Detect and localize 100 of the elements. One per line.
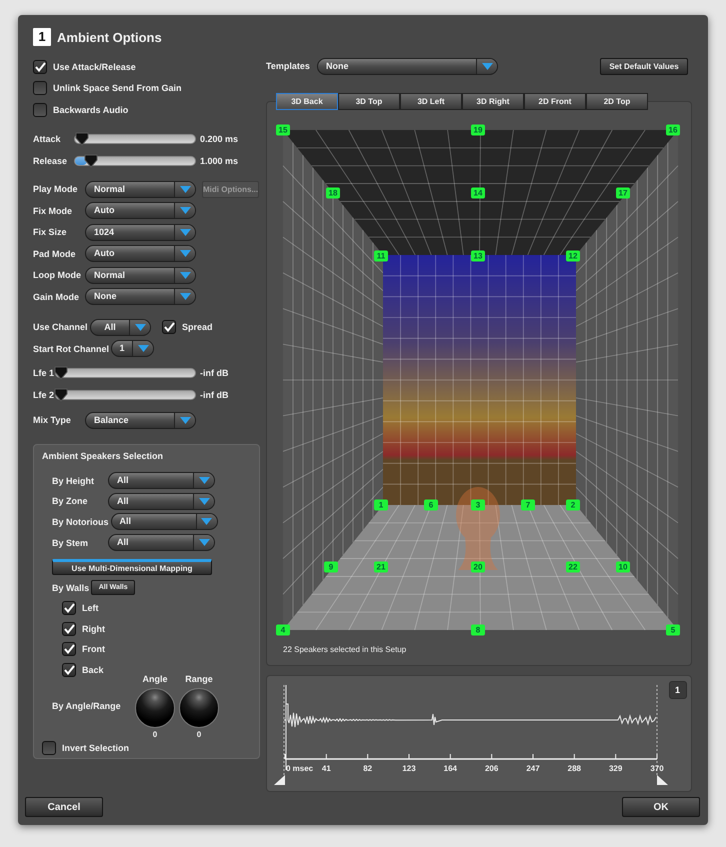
knob[interactable] [135,688,175,728]
knob-value: 0 [196,730,202,739]
filter-dropdown[interactable]: All [110,513,218,530]
knob-label: Range [185,674,213,686]
speaker-marker[interactable]: 4 [276,624,290,636]
slider-label: Release [33,156,68,166]
field-label: Use Channel [33,322,89,332]
slider-thumb[interactable] [54,388,68,402]
axis-label: 82 [363,764,372,773]
checkbox[interactable] [33,102,47,117]
field-label: Mix Type [33,415,72,426]
channel-dropdown[interactable]: 1 [111,340,154,358]
speaker-marker[interactable]: 14 [471,188,485,198]
view-tab[interactable]: 3D Right [462,93,524,110]
caret-icon [482,62,492,70]
knob[interactable] [179,688,219,728]
axis-label: 329 [608,764,622,773]
field-label: Start Rot Channel [33,344,110,354]
axis-label: 370 [650,764,664,773]
field-label: By Walls [52,582,90,593]
field-label: Templates [266,61,311,71]
filter-dropdown[interactable]: All [108,472,215,490]
checkbox[interactable] [62,663,76,678]
caret-icon [180,416,190,424]
checkbox[interactable] [33,60,47,74]
slider-reading: 0.200 ms [200,134,238,144]
checkbox[interactable] [33,81,47,96]
checkbox[interactable] [42,740,56,755]
field-label: Fix Size [33,227,68,238]
checkbox[interactable] [62,601,76,616]
checkbox[interactable] [62,642,76,656]
channel-badge[interactable]: 1 [668,681,687,699]
speaker-marker[interactable]: 21 [374,562,388,572]
caret-icon [180,186,190,193]
checkbox[interactable] [62,622,76,636]
axis-label: 288 [568,764,581,773]
speaker-marker[interactable]: 11 [374,250,388,262]
triangle-marker-icon[interactable] [274,775,286,785]
knob-label: Angle [142,674,168,686]
speaker-marker[interactable]: 1 [374,500,388,510]
cancel-button[interactable]: Cancel [25,797,103,817]
speaker-marker[interactable]: 10 [616,562,630,572]
set-default-values-button[interactable]: Set Default Values [600,58,688,74]
speaker-marker[interactable]: 6 [424,500,438,510]
filter-dropdown[interactable]: All [108,492,215,510]
speaker-marker[interactable]: 3 [471,500,485,510]
slider-reading: -inf dB [200,390,228,400]
axis-label: 206 [484,764,498,773]
mode-dropdown[interactable]: Normal [85,266,196,284]
caret-icon [180,272,190,279]
slider-reading: 1.000 ms [200,156,238,166]
field-label: By Stem [52,538,90,548]
mode-dropdown[interactable]: Normal [85,180,196,198]
field-label: Fix Mode [33,206,74,216]
axis-label: 0 msec [286,764,314,773]
mix-type-dropdown[interactable]: Balance [85,412,196,429]
mode-dropdown[interactable]: None [85,288,196,306]
dialog-number-badge: 1 [33,28,51,46]
speaker-marker[interactable]: 13 [471,250,485,262]
filter-dropdown[interactable]: All [108,534,215,552]
speaker-marker[interactable]: 7 [521,500,535,510]
speaker-marker[interactable]: 2 [566,500,580,510]
templates-dropdown[interactable]: None [317,58,498,74]
slider-label: Attack [33,134,62,144]
slider-reading: -inf dB [200,368,228,378]
view-tab[interactable]: 3D Left [400,93,462,110]
speaker-marker[interactable]: 18 [326,188,340,198]
view-tab[interactable]: 2D Top [586,93,648,110]
triangle-marker-icon[interactable] [656,775,668,785]
speaker-marker[interactable]: 20 [471,562,485,572]
speaker-marker[interactable]: 9 [324,562,338,572]
channel-dropdown[interactable]: All [90,318,151,336]
view-tab[interactable]: 2D Front [524,93,586,110]
checkbox-label: Spread [182,322,213,332]
mode-dropdown[interactable]: Auto [85,245,196,262]
slider-thumb[interactable] [84,154,98,168]
speaker-marker[interactable]: 12 [566,250,580,262]
mode-dropdown[interactable]: Auto [85,202,196,220]
axis-label: 123 [402,764,416,773]
checkbox[interactable] [162,320,176,334]
axis-label: 164 [444,764,457,773]
speaker-marker[interactable]: 19 [471,124,485,136]
view-tab[interactable]: 3D Top [338,93,400,110]
caret-icon [198,539,210,546]
axis-label: 41 [322,764,331,773]
speaker-marker[interactable]: 16 [666,124,680,136]
speaker-marker[interactable]: 17 [616,188,630,198]
ok-button[interactable]: OK [622,797,700,817]
speaker-marker[interactable]: 5 [666,624,680,636]
field-label: By Height [52,476,96,486]
speaker-marker[interactable]: 15 [276,124,290,136]
slider-thumb[interactable] [75,132,90,146]
mode-dropdown[interactable]: 1024 [85,224,196,241]
view-tab[interactable]: 3D Back [276,93,338,110]
checkbox-label: Front [82,644,105,654]
caret-icon [201,518,212,526]
slider-thumb[interactable] [54,366,68,380]
speaker-marker[interactable]: 8 [471,624,485,636]
speaker-marker[interactable]: 22 [566,562,580,572]
mapping-button[interactable]: Use Multi-Dimensional Mapping [52,558,212,576]
